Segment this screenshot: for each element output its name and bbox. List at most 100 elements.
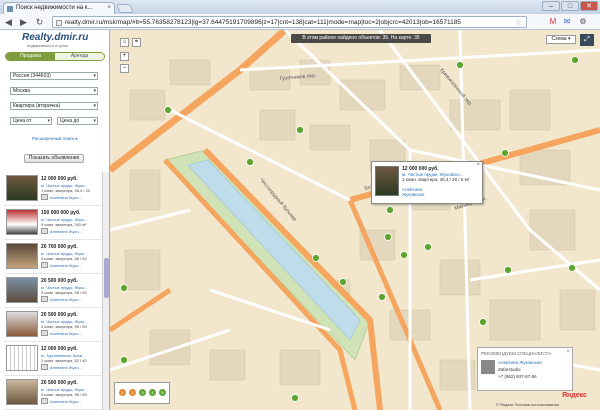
site-logo[interactable]: Realty.dmir.ru xyxy=(22,32,88,43)
listing-scrollbar[interactable] xyxy=(102,172,109,410)
listing-list: 12 000 000 руб. м. Чистые пруды, Жуко...… xyxy=(4,172,108,410)
list-item[interactable]: 150 000 000 руб. м. Чистые пруды, Жуко..… xyxy=(4,206,108,240)
listing-photo[interactable] xyxy=(6,345,38,371)
extended-search-link[interactable]: Расширенный поиск ▸ xyxy=(32,136,78,142)
popup-photo[interactable] xyxy=(375,166,399,196)
list-item[interactable]: 12 000 000 руб. м. Чистые пруды, Жуко...… xyxy=(4,172,108,206)
browser-tab[interactable]: Поиск недвижимости на к... × xyxy=(3,2,115,14)
listing-photo[interactable] xyxy=(6,277,38,303)
list-item[interactable]: 20 700 000 руб. м. Чистые пруды, Жуко...… xyxy=(4,240,108,274)
maximize-button[interactable]: □ xyxy=(561,1,579,11)
map-legend: 1 2 3 4 5 xyxy=(114,382,170,404)
price-to-select[interactable]: Цена до xyxy=(57,117,98,125)
map-ruler-icon[interactable]: ⌖ xyxy=(132,38,141,47)
listing-price: 12 000 000 руб. xyxy=(41,176,78,182)
close-window-button[interactable]: ✕ xyxy=(580,1,598,11)
browser-window: Поиск недвижимости на к... × – □ ✕ ◀ ▶ ↻… xyxy=(0,0,600,410)
address-bar[interactable]: realty.dmir.ru/msk/map/#lt=55.7635827812… xyxy=(52,16,527,28)
show-listings-button[interactable]: Показать объявления xyxy=(24,154,84,163)
legend-dot[interactable]: 4 xyxy=(149,389,156,396)
recommend-close-icon[interactable]: × xyxy=(566,349,570,355)
gmail-icon[interactable]: M xyxy=(548,17,558,27)
agent-avatar xyxy=(41,330,48,336)
list-item[interactable]: 20 500 000 руб. м. Чистые пруды, Жуко...… xyxy=(4,308,108,342)
mail-icon[interactable]: ✉ xyxy=(562,17,572,27)
listing-price: 20 500 000 руб. xyxy=(41,312,78,318)
list-item[interactable]: 12 000 000 руб. м. Тургеневская, Крив...… xyxy=(4,342,108,376)
popup-close-icon[interactable]: × xyxy=(476,162,480,168)
listing-photo[interactable] xyxy=(6,243,38,269)
wrench-icon[interactable]: ⚙ xyxy=(578,17,588,27)
legend-dot[interactable]: 3 xyxy=(139,389,146,396)
reload-icon[interactable]: ↻ xyxy=(34,17,45,28)
fullscreen-icon[interactable]: ⤢ xyxy=(580,34,594,46)
bookmark-star-icon[interactable]: ☆ xyxy=(515,18,522,27)
map-copyright[interactable]: © Яндекс Условия использования xyxy=(496,402,559,407)
tab-title: Поиск недвижимости на к... xyxy=(16,5,93,11)
agent-avatar xyxy=(41,228,48,234)
forward-icon[interactable]: ▶ xyxy=(18,17,29,28)
listing-photo[interactable] xyxy=(6,175,38,201)
browser-toolbar: ◀ ▶ ↻ realty.dmir.ru/msk/map/#lt=55.7635… xyxy=(0,14,600,30)
popup-description: 1 комн. квартира, 35,4 / 20 / 6 м² xyxy=(402,177,470,182)
agent-avatar xyxy=(41,398,48,404)
agent-avatar xyxy=(41,262,48,268)
listing-agent[interactable]: Алевтина Жуко... xyxy=(50,399,82,404)
favicon-icon xyxy=(7,6,13,12)
listing-price: 12 000 000 руб. xyxy=(41,346,78,352)
listing-description: 3 комн. квартира, 95 / 50 xyxy=(41,392,87,397)
agent-avatar xyxy=(41,194,48,200)
list-item[interactable]: 20 500 000 руб. м. Чистые пруды, Жуко...… xyxy=(4,274,108,308)
listing-popup[interactable]: 12 000 000 руб. м. Чистые пруды, Жуковск… xyxy=(371,161,483,204)
results-banner: В этом районе найдено объектов: 35. На к… xyxy=(291,34,431,43)
popup-agent-surname[interactable]: Жуковская xyxy=(402,192,424,197)
list-item[interactable]: 20 500 000 руб. м. Чистые пруды, Жуко...… xyxy=(4,376,108,410)
minimize-button[interactable]: – xyxy=(542,1,560,11)
legend-dot[interactable]: 5 xyxy=(159,389,166,396)
region-select[interactable]: Россия (344603) xyxy=(10,72,98,80)
listing-photo[interactable] xyxy=(6,209,38,235)
map-view[interactable]: Чистопрудный бульвар Большой Харитоньевс… xyxy=(110,30,600,410)
listing-agent[interactable]: Алевтина Жуко... xyxy=(50,297,82,302)
zoom-in-button[interactable]: + xyxy=(120,52,129,61)
legend-dot[interactable]: 2 xyxy=(129,389,136,396)
map-home-icon[interactable]: ⌂ xyxy=(120,38,129,47)
url-text: realty.dmir.ru/msk/map/#lt=55.7635827812… xyxy=(65,19,461,26)
listing-agent[interactable]: Алевтина Жуко... xyxy=(50,365,82,370)
yandex-logo: Яндекс xyxy=(562,392,587,399)
deal-type-switch: Продажа Аренда xyxy=(5,52,105,61)
listing-description: 3 комн. квартира, 95 / 50 xyxy=(41,290,87,295)
title-bar: Поиск недвижимости на к... × – □ ✕ xyxy=(0,0,600,14)
listing-photo[interactable] xyxy=(6,379,38,405)
new-tab-button[interactable] xyxy=(116,4,134,13)
recommend-title: РЕКОМЕНДУЕМ СПЕЦИАЛИСТА xyxy=(481,351,552,356)
listing-agent[interactable]: Алевтина Жуко... xyxy=(50,263,82,268)
back-icon[interactable]: ◀ xyxy=(3,17,14,28)
agent-phone: +7 (962) 937-87-56 xyxy=(498,374,537,379)
city-select[interactable]: Москва xyxy=(10,87,98,95)
zoom-out-button[interactable]: – xyxy=(120,64,129,73)
legend-dot[interactable]: 1 xyxy=(119,389,126,396)
tab-sale[interactable]: Продажа xyxy=(6,53,55,60)
listing-photo[interactable] xyxy=(6,311,38,337)
agent-name[interactable]: Алевтина Жуковская xyxy=(498,360,542,365)
recommended-agent-box: РЕКОМЕНДУЕМ СПЕЦИАЛИСТА Алевтина Жуковск… xyxy=(477,347,573,391)
price-from-select[interactable]: Цена от xyxy=(10,117,52,125)
tab-rent[interactable]: Аренда xyxy=(55,53,104,60)
scrollbar-thumb[interactable] xyxy=(104,258,109,298)
page-icon xyxy=(56,20,62,26)
agent-photo xyxy=(481,360,495,374)
listing-price: 20 500 000 руб. xyxy=(41,380,78,386)
listing-description: 3 комн. квартира, 95 / 50 xyxy=(41,324,87,329)
listing-price: 20 500 000 руб. xyxy=(41,278,78,284)
pond xyxy=(187,159,361,341)
map-type-select[interactable]: Схема ▾ xyxy=(546,35,576,44)
listing-agent[interactable]: Алевтина Жуко... xyxy=(50,229,82,234)
listing-agent[interactable]: Алевтина Жуко... xyxy=(50,331,82,336)
listing-agent[interactable]: Алевтина Жуко... xyxy=(50,195,82,200)
site-slogan: недвижимость и цены xyxy=(27,43,68,48)
agent-avatar xyxy=(41,296,48,302)
tab-close-icon[interactable]: × xyxy=(107,5,111,11)
listing-description: 5 комн. квартира, 341 м² xyxy=(41,222,87,227)
property-type-select[interactable]: Квартира (вторичка) xyxy=(10,102,98,110)
